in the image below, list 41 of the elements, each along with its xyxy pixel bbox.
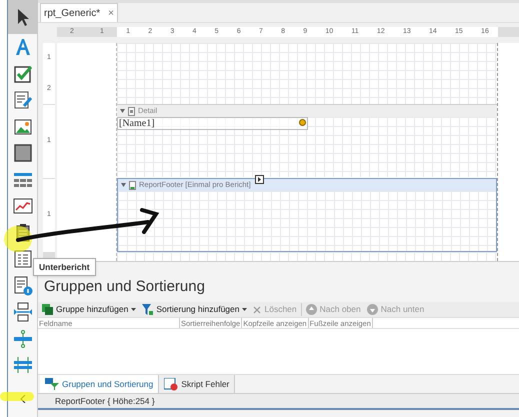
toolbar-button[interactable]: Gruppe hinzufügen [40,303,138,316]
collapse-triangle-icon[interactable] [121,183,126,187]
group-add-icon [42,304,53,315]
tooltip: Unterbericht [33,258,96,276]
toolbar-button[interactable]: Sortierung hinzufügen [140,303,250,316]
funnel-icon [45,378,59,390]
arrow-up-circle-icon [306,304,317,315]
status-text: ReportFooter { Höhe:254 } [55,394,155,408]
panel-tab[interactable]: Skript Fehler [159,375,236,393]
tab-label: rpt_Generic* [44,6,100,20]
document-tab[interactable]: rpt_Generic* × [40,3,118,22]
cross-band-line-icon [12,355,32,376]
square-icon [12,143,32,164]
band-icon [129,180,136,190]
field-text: [Name1] [119,118,155,129]
close-icon [253,306,262,314]
collapse-triangle-icon[interactable] [120,109,125,113]
page-info-icon [12,276,32,296]
funnel-icon [142,304,154,315]
warning-dot-icon [299,119,306,126]
arrow-down-circle-icon [366,304,378,315]
dropdown-caret-icon [131,308,136,311]
panel-tab[interactable]: Gruppen und Sortierung [40,375,160,393]
script-error-icon [164,378,178,390]
horizontal-line-icon [12,328,32,349]
picture-icon [12,116,32,137]
document-pencil-icon [12,90,32,110]
close-icon[interactable]: × [108,6,114,20]
band-icon [128,106,135,116]
dropdown-caret-icon [242,308,248,311]
smart-tag-button[interactable] [254,175,264,184]
highlight-marker [4,226,32,252]
ruler-margin [498,27,519,37]
panel-title: Gruppen und Sortierung [43,278,206,296]
toolbox-item[interactable] [8,0,38,34]
report-field[interactable]: [Name1] [117,117,308,130]
page-break-icon [12,302,32,322]
list-icon [12,249,32,270]
highlight-marker [0,392,34,401]
line-chart-icon [12,196,32,216]
checkbox-icon [12,64,32,84]
